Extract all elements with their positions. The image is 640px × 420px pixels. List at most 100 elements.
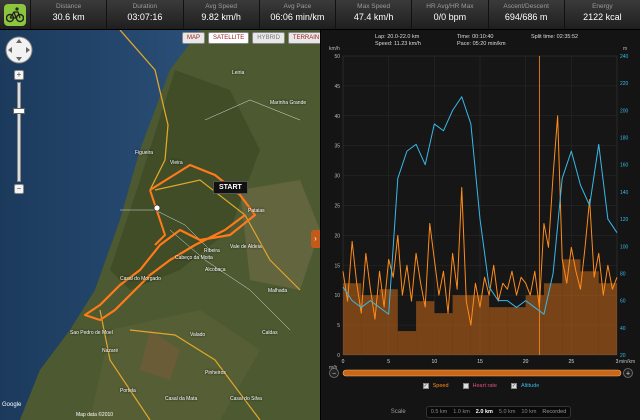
map-copyright: Map data ©2010: [76, 412, 114, 418]
stat-value: 03:07:16: [127, 12, 163, 22]
stat-avg-speed: Avg Speed 9.82 km/h: [182, 0, 259, 29]
left-tick-label: 35: [334, 144, 340, 150]
pan-control[interactable]: [4, 35, 34, 65]
lap-bar: [543, 283, 563, 355]
scale-label: Scale: [390, 409, 406, 415]
lap-bar: [507, 307, 526, 355]
route-map[interactable]: Leiria Figueira Marinha Grande Sao Pedro…: [0, 30, 320, 420]
collapse-panel-button[interactable]: ›: [311, 230, 320, 248]
chart-legend: ✓ Speed Heart rate ✓ Altitude: [321, 383, 640, 389]
map-type-hybrid[interactable]: HYBRID: [252, 32, 285, 44]
stat-heart-rate: HR Avg/HR Max 0/0 bpm: [411, 0, 487, 29]
map-place-label: Vieira: [170, 160, 183, 166]
lap-bar: [379, 289, 398, 355]
lap-bar: [434, 313, 453, 355]
scale-option-2km[interactable]: 2.0 km: [476, 409, 493, 415]
map-place-label: Marinha Grande: [270, 100, 307, 106]
scale-option-recorded[interactable]: Recorded: [542, 409, 566, 415]
left-tick-label: 10: [334, 293, 340, 299]
map-type-terrain[interactable]: TERRAIN: [287, 32, 320, 44]
right-tick-label: 60: [620, 299, 626, 305]
stat-label: Avg Pace: [283, 3, 312, 10]
zoom-in-button[interactable]: +: [14, 70, 24, 80]
stat-distance: Distance 30.6 km: [30, 0, 106, 29]
map-place-label: Sao Pedro de Moel: [70, 330, 113, 336]
map-place-label: Cabeço da Moita: [175, 255, 213, 261]
stat-ascent-descent: Ascent/Descent 694/686 m: [487, 0, 564, 29]
left-tick-label: 15: [334, 263, 340, 269]
right-axis-label: m: [623, 46, 627, 52]
scale-option-0-5km[interactable]: 0.5 km: [431, 409, 448, 415]
chart-panel: Lap: 20.0-22.0 km Speed: 11.23 km/h Time…: [320, 30, 640, 420]
lap-bar: [397, 331, 417, 355]
zoom-out-button[interactable]: −: [14, 184, 24, 194]
stat-value: 694/686 m: [504, 12, 548, 22]
map-type-satellite[interactable]: SATELLITE: [208, 32, 250, 44]
scale-option-10km[interactable]: 10 km: [521, 409, 536, 415]
lap-bar: [525, 295, 544, 355]
map-place-label: Malhada: [268, 288, 288, 294]
stat-value: 0/0 bpm: [433, 12, 467, 22]
right-tick-label: 40: [620, 326, 626, 332]
right-tick-label: 160: [620, 163, 629, 169]
map-place-label: Alcobaça: [205, 267, 226, 273]
x-tick-label: 20: [523, 359, 529, 365]
map-place-label: Nazaré: [102, 348, 119, 354]
speed-checkbox[interactable]: ✓: [422, 383, 429, 389]
left-tick-label: 45: [334, 84, 340, 90]
x-tick-label: 15: [477, 359, 483, 365]
google-logo: Google: [2, 402, 22, 408]
stat-label: Distance: [55, 3, 82, 10]
map-place-label: Casal do Silva: [230, 396, 262, 402]
map-place-label: Portela: [120, 388, 136, 394]
left-tick-label: 30: [334, 174, 340, 180]
left-tick-label: 25: [334, 204, 340, 210]
map-place-label: Leiria: [232, 70, 245, 76]
legend-altitude[interactable]: ✓ Altitude: [511, 383, 539, 389]
legend-speed[interactable]: ✓ Speed: [422, 383, 449, 389]
zoom-control: + −: [13, 70, 25, 195]
legend-heart-rate[interactable]: Heart rate: [462, 383, 497, 389]
map-place-label: Pinheiros: [205, 370, 226, 376]
x-axis-label: min/km: [619, 359, 635, 365]
x-tick-label: 25: [569, 359, 575, 365]
lap-bar: [489, 307, 508, 355]
stat-max-speed: Max Speed 47.4 km/h: [335, 0, 411, 29]
legend-label: Heart rate: [472, 383, 497, 389]
map-place-label: Valado: [190, 332, 206, 338]
stat-value: 06:06 min/km: [270, 12, 325, 22]
stat-value: 47.4 km/h: [353, 12, 394, 22]
zoom-slider[interactable]: [17, 82, 21, 182]
range-track: [343, 370, 621, 376]
map-place-label: Casal do Morgado: [120, 276, 161, 282]
scale-options: 0.5 km 1.0 km 2.0 km 5.0 km 10 km Record…: [425, 406, 572, 418]
right-tick-label: 220: [620, 81, 629, 87]
app-window: Distance 30.6 km Duration 03:07:16 Avg Spe…: [0, 0, 640, 420]
map-type-map[interactable]: MAP: [182, 32, 206, 44]
stat-value: 9.82 km/h: [201, 12, 241, 22]
activity-chart[interactable]: 5045403530252015105024022020018016014012…: [321, 30, 640, 380]
right-tick-label: 240: [620, 54, 629, 60]
left-tick-label: 40: [334, 114, 340, 120]
stat-label: Avg Speed: [205, 3, 237, 10]
zoom-slider-handle[interactable]: [13, 108, 25, 114]
stat-value: 2122 kcal: [583, 12, 622, 22]
map-place-label: Casal da Mata: [165, 396, 198, 402]
left-tick-label: 5: [337, 323, 340, 329]
altitude-checkbox[interactable]: ✓: [511, 383, 517, 389]
map-place-label: Ribeira: [204, 248, 220, 254]
scale-option-5km[interactable]: 5.0 km: [499, 409, 516, 415]
stat-duration: Duration 03:07:16: [106, 0, 182, 29]
scale-option-1km[interactable]: 1.0 km: [453, 409, 470, 415]
lap-bar: [416, 301, 435, 355]
legend-label: Altitude: [521, 383, 540, 389]
left-tick-label: 50: [334, 54, 340, 60]
left-tick-label: 20: [334, 233, 340, 239]
chart-range-slider[interactable]: − +: [321, 366, 640, 380]
left-tick-label: 0: [337, 353, 340, 359]
map-place-label: Figueira: [135, 150, 154, 156]
heart-rate-checkbox[interactable]: [462, 383, 469, 389]
start-marker-label: START: [213, 181, 248, 194]
right-tick-label: 80: [620, 271, 626, 277]
stat-avg-pace: Avg Pace 06:06 min/km: [258, 0, 335, 29]
